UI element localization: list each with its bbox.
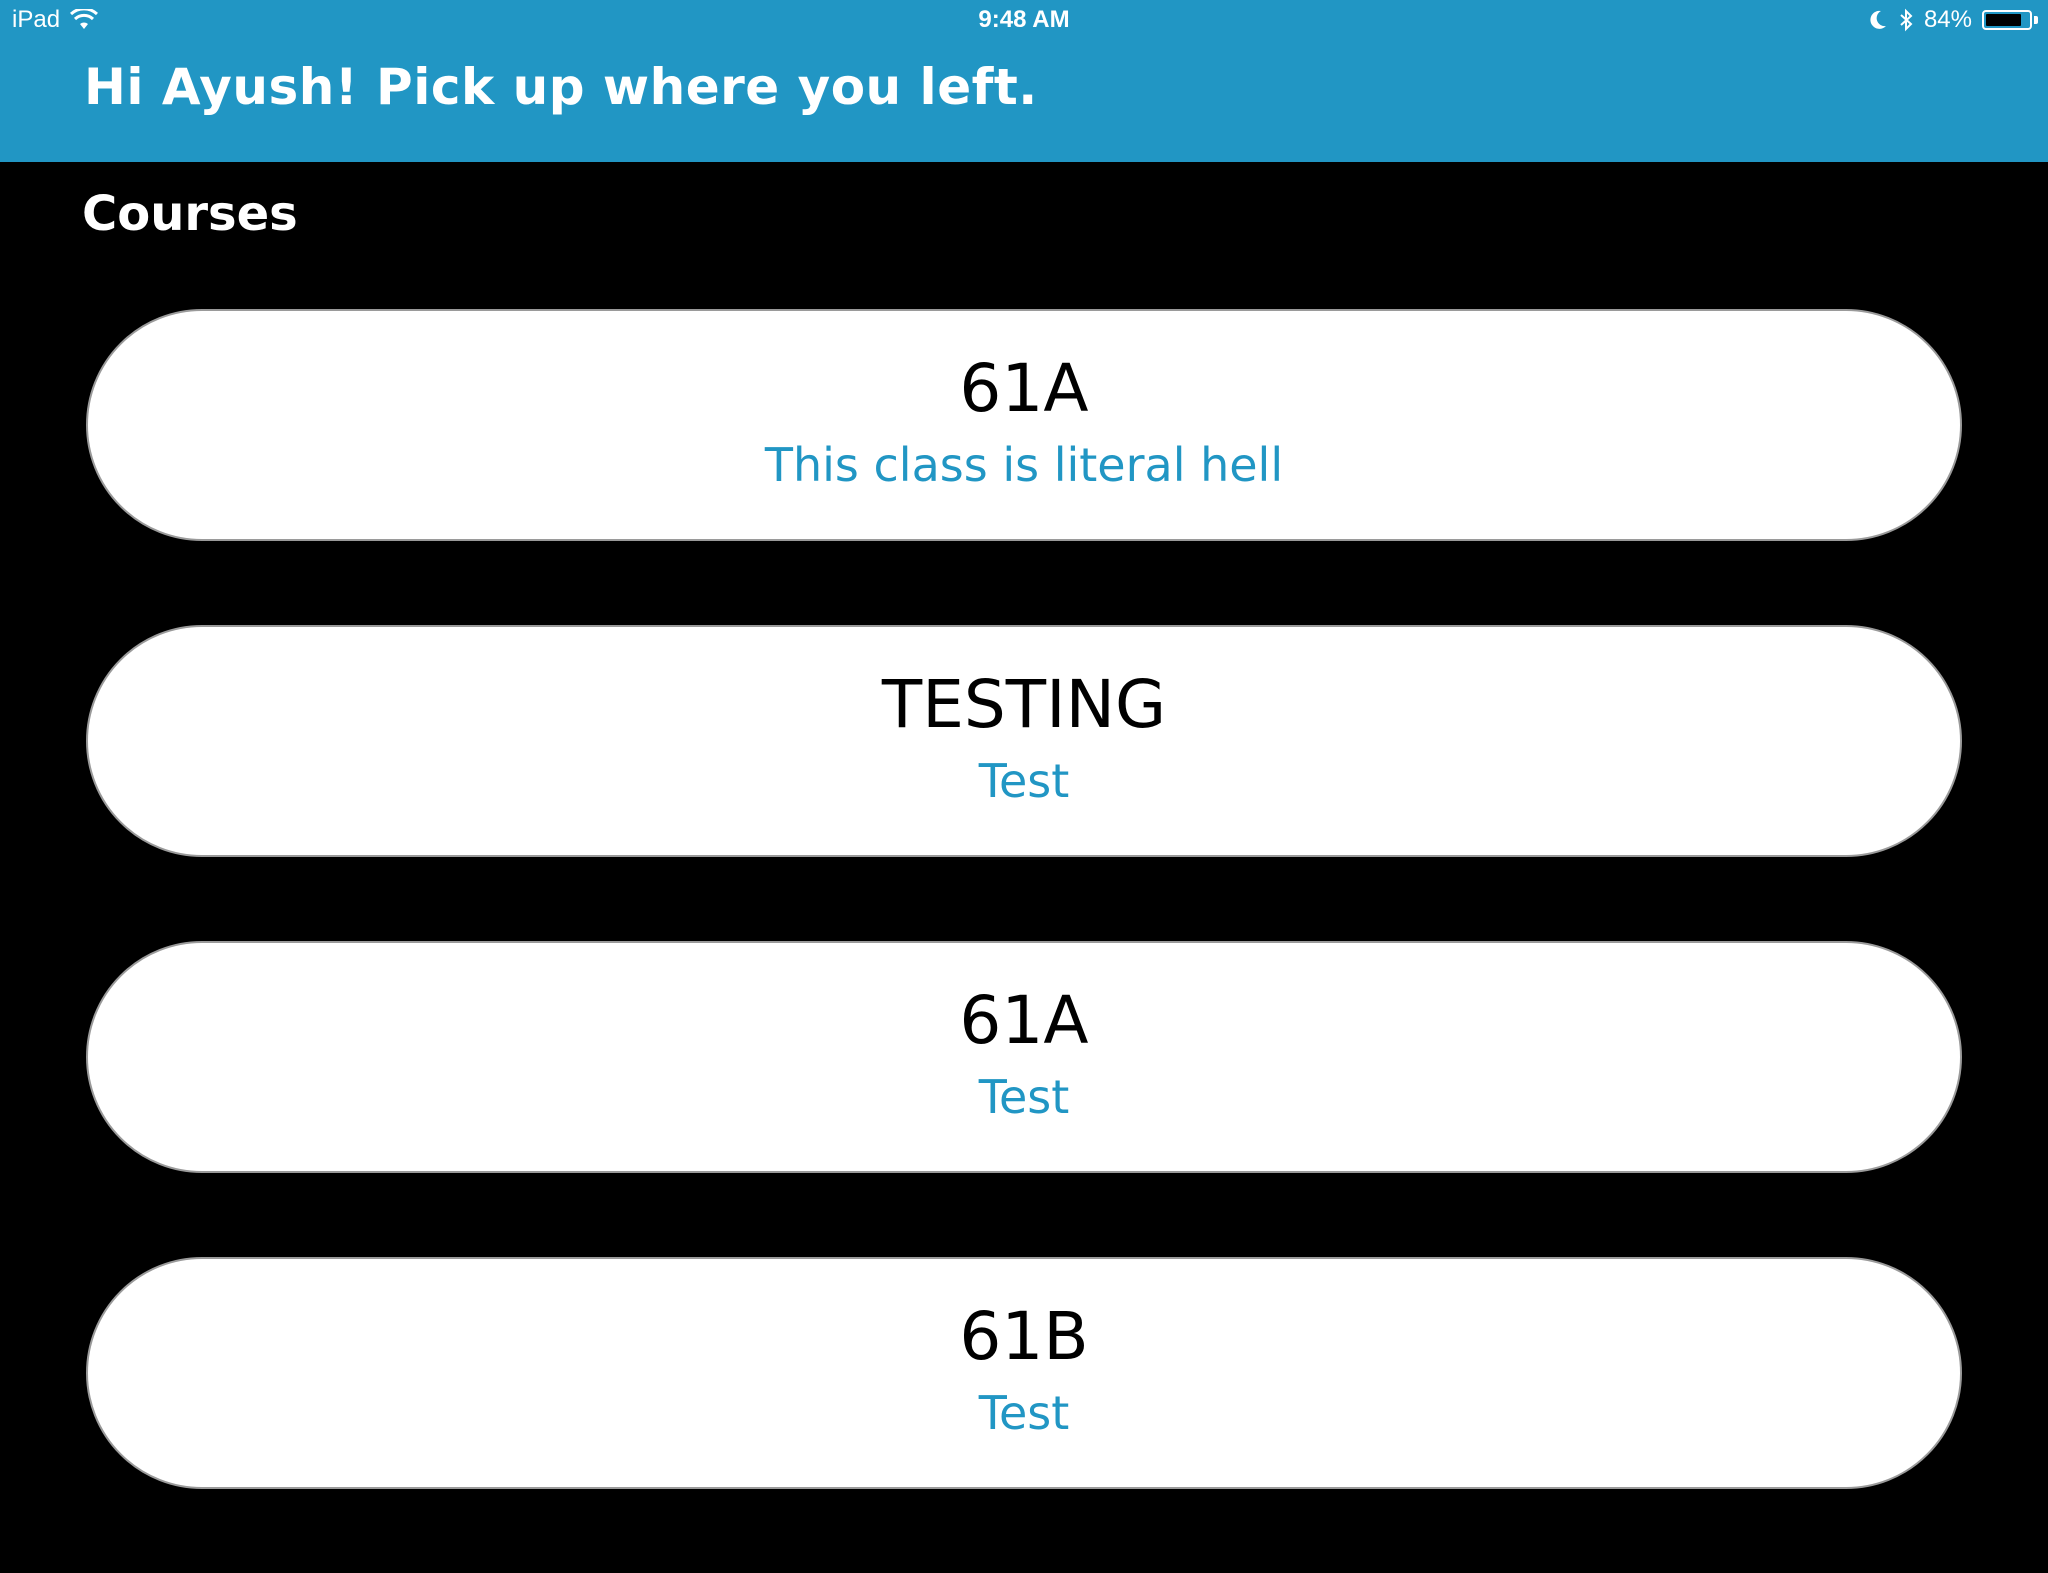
battery-percent: 84%: [1923, 6, 1972, 33]
course-description: Test: [978, 754, 1070, 808]
course-code: TESTING: [881, 666, 1167, 743]
course-code: 61B: [959, 1298, 1089, 1375]
course-code: 61A: [959, 982, 1089, 1059]
course-description: This class is literal hell: [764, 438, 1284, 492]
status-bar: iPad 9:48 AM 84%: [0, 0, 2048, 40]
battery-level-fill: [1986, 14, 2022, 26]
status-bar-right: 84%: [1868, 6, 2038, 34]
battery-icon: [1982, 10, 2032, 30]
battery-tip: [2034, 16, 2038, 24]
course-description: Test: [978, 1070, 1070, 1124]
course-list: 61A This class is literal hell TESTING T…: [86, 309, 1962, 1573]
bluetooth-icon: [1900, 8, 1913, 32]
app-header: iPad 9:48 AM 84% Hi Ayush! Pick up where…: [0, 0, 2048, 162]
status-time: 9:48 AM: [978, 6, 1070, 33]
course-card[interactable]: TESTING Test: [86, 625, 1962, 857]
moon-icon: [1870, 10, 1886, 29]
course-description: Test: [978, 1386, 1070, 1440]
course-card[interactable]: 61A This class is literal hell: [86, 309, 1962, 541]
greeting-title: Hi Ayush! Pick up where you left.: [84, 58, 1038, 116]
courses-heading: Courses: [82, 186, 298, 242]
course-card[interactable]: 61B Test: [86, 1257, 1962, 1489]
course-code: 61A: [959, 350, 1089, 427]
course-card[interactable]: 61A Test: [86, 941, 1962, 1173]
